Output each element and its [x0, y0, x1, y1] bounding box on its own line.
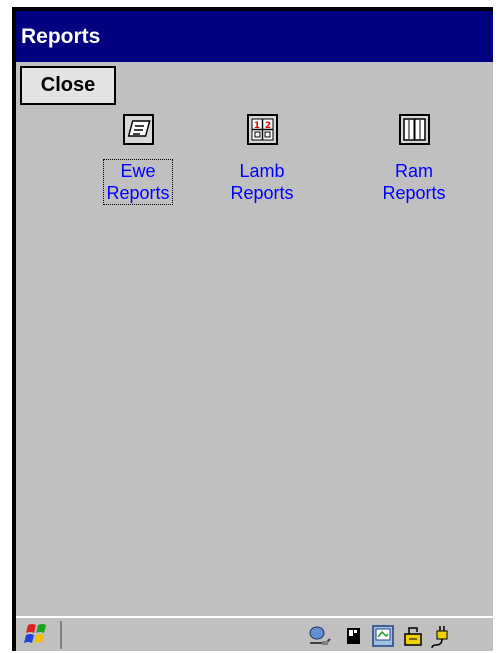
window-title: Reports — [16, 11, 493, 62]
memory-card-icon[interactable] — [340, 623, 366, 649]
ram-reports-item[interactable]: Ram Reports — [354, 114, 474, 204]
svg-text:2: 2 — [264, 121, 270, 131]
battery-icon[interactable] — [400, 623, 426, 649]
start-button[interactable] — [18, 621, 62, 649]
ewe-reports-item[interactable]: Ewe Reports — [78, 114, 198, 205]
screen: Reports Close Ewe Reports 1 2 Lamb Repor… — [16, 11, 493, 651]
windows-flag-icon — [24, 624, 46, 643]
lamb-reports-label: Lamb Reports — [230, 161, 294, 203]
device-bezel: Reports Close Ewe Reports 1 2 Lamb Repor… — [12, 7, 493, 651]
network-icon[interactable] — [306, 623, 332, 649]
ewe-reports-icon — [122, 114, 154, 145]
ewe-reports-label: Ewe Reports — [103, 159, 173, 205]
close-button[interactable]: Close — [20, 66, 116, 105]
ram-reports-label: Ram Reports — [382, 161, 446, 203]
lamb-reports-item[interactable]: 1 2 Lamb Reports — [202, 114, 322, 204]
display-settings-icon[interactable] — [370, 623, 396, 649]
ram-reports-icon — [398, 114, 430, 145]
svg-text:1: 1 — [253, 121, 259, 131]
power-plug-icon[interactable] — [428, 623, 454, 649]
lamb-reports-icon: 1 2 — [246, 114, 278, 145]
taskbar — [16, 616, 493, 651]
